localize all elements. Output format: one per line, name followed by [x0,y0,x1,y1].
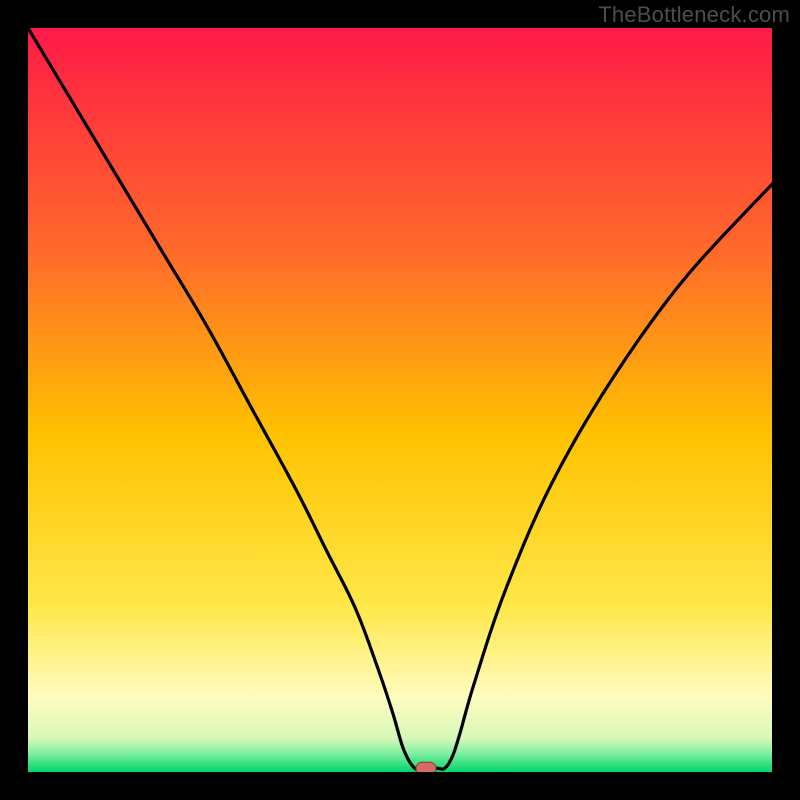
gradient-background [28,28,772,772]
watermark-text: TheBottleneck.com [598,2,790,28]
chart-area [28,28,772,772]
optimal-point-marker [416,762,436,772]
bottleneck-chart-svg [28,28,772,772]
